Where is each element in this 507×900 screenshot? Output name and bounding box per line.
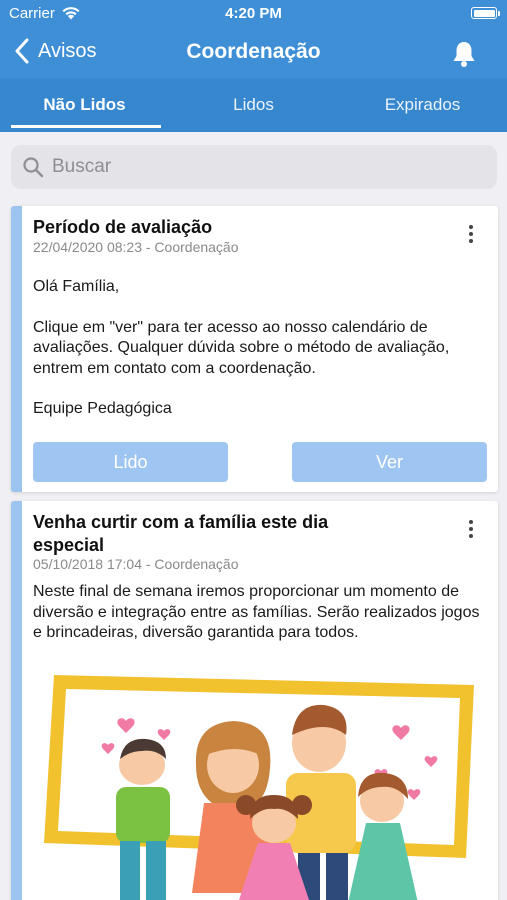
notice-paragraph: Clique em "ver" para ter acesso ao nosso… xyxy=(33,318,450,377)
notice-body: Neste final de semana iremos proporciona… xyxy=(33,583,480,641)
tab-nao-lidos[interactable]: Não Lidos xyxy=(0,78,169,132)
family-illustration xyxy=(44,675,474,900)
page-title: Coordenação xyxy=(186,40,321,63)
more-vertical-icon[interactable] xyxy=(461,222,481,246)
tab-expirados[interactable]: Expirados xyxy=(338,78,507,132)
notice-paragraph: Equipe Pedagógica xyxy=(33,400,172,417)
battery-icon xyxy=(471,7,500,19)
status-time: 4:20 PM xyxy=(225,5,282,22)
mark-read-button[interactable]: Lido xyxy=(33,442,228,482)
notice-meta: 05/10/2018 17:04 - Coordenação xyxy=(33,556,239,572)
notice-meta: 22/04/2020 08:23 - Coordenação xyxy=(33,239,239,255)
search-bar xyxy=(11,145,497,189)
status-bar: Carrier 4:20 PM xyxy=(0,0,507,28)
search-icon xyxy=(23,157,44,178)
notice-card[interactable]: Venha curtir com a família este dia espe… xyxy=(11,501,498,900)
more-vertical-icon[interactable] xyxy=(461,517,481,541)
notice-paragraph: Olá Família, xyxy=(33,278,120,295)
tab-lidos[interactable]: Lidos xyxy=(169,78,338,132)
header: Carrier 4:20 PM Avisos Coordenação Não L… xyxy=(0,0,507,132)
notice-card[interactable]: Período de avaliação 22/04/2020 08:23 - … xyxy=(11,206,498,492)
bell-icon[interactable] xyxy=(451,40,477,68)
view-button[interactable]: Ver xyxy=(292,442,487,482)
search-input[interactable] xyxy=(52,156,472,178)
navigation-bar: Avisos Coordenação xyxy=(0,30,507,76)
notice-body: Olá Família, Clique em "ver" para ter ac… xyxy=(33,277,488,420)
notice-title: Período de avaliação xyxy=(33,217,213,237)
notice-title: Venha curtir com a família este dia espe… xyxy=(33,512,329,555)
tab-bar: Não Lidos Lidos Expirados xyxy=(0,78,507,132)
